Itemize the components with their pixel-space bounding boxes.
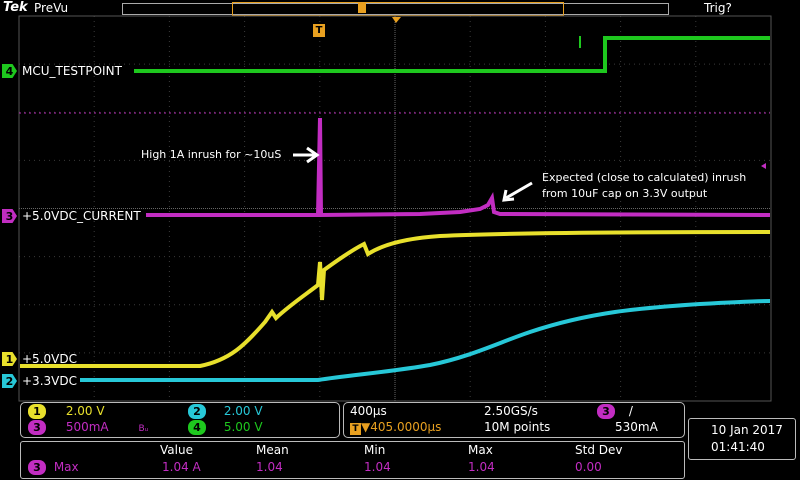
ch4-scale-readout[interactable]: 4 5.00 V bbox=[188, 420, 263, 435]
measurement-min: 1.04 bbox=[364, 460, 391, 474]
ch3-label: +5.0VDC_CURRENT bbox=[22, 209, 141, 223]
ch3-bandwidth-limit-icon: Bᵤ bbox=[138, 424, 149, 434]
ch3-scale: 500mA bbox=[65, 420, 109, 434]
oscilloscope-screen: Tek PreVu Trig? T 4 MCU_TESTPOINT 3 +5.0… bbox=[0, 0, 800, 480]
record-length[interactable]: 10M points bbox=[484, 420, 550, 435]
ch1-scale: 2.00 V bbox=[65, 404, 105, 418]
trigger-source-badge: 3 bbox=[597, 404, 615, 419]
trigger-level-arrow bbox=[761, 163, 766, 169]
trigger-slope-icon: / bbox=[628, 404, 633, 418]
measurement-mean: 1.04 bbox=[256, 460, 283, 474]
trigger-t-marker[interactable]: T bbox=[313, 24, 325, 37]
time-readout: 01:41:40 bbox=[711, 440, 765, 454]
measurement-max: 1.04 bbox=[468, 460, 495, 474]
ch4-badge: 4 bbox=[188, 420, 206, 435]
expected-arrow bbox=[502, 181, 533, 202]
measurement-header-mean: Mean bbox=[256, 443, 289, 457]
measurement-header-max: Max bbox=[468, 443, 493, 457]
measurement-header-std-dev: Std Dev bbox=[575, 443, 623, 457]
measurement-row[interactable]: 3 Max bbox=[28, 460, 79, 475]
ch2-scale-readout[interactable]: 2 2.00 V bbox=[188, 404, 263, 419]
trigger-position-icon: T bbox=[350, 423, 361, 435]
ch4-scale: 5.00 V bbox=[223, 420, 263, 434]
ch2-waveform bbox=[80, 299, 771, 382]
inrush-annotation: High 1A inrush for ~10uS bbox=[141, 148, 282, 161]
sample-rate: 2.50GS/s bbox=[484, 404, 538, 418]
trigger-level[interactable]: 530mA bbox=[615, 420, 658, 435]
measurement-channel-badge: 3 bbox=[28, 460, 46, 475]
trigger-position-readout[interactable]: T ▼405.0000µs bbox=[350, 420, 441, 435]
ch1-scale-readout[interactable]: 1 2.00 V bbox=[28, 404, 105, 419]
expected-annotation-line1: Expected (close to calculated) inrush bbox=[542, 171, 747, 184]
trigger-position-value: ▼405.0000µs bbox=[361, 420, 442, 434]
ch4-label: MCU_TESTPOINT bbox=[22, 64, 122, 78]
inrush-arrow bbox=[293, 146, 320, 164]
ch2-scale: 2.00 V bbox=[223, 404, 263, 418]
measurement-std-dev: 0.00 bbox=[575, 460, 602, 474]
horizontal-scale[interactable]: 400µs bbox=[350, 404, 387, 419]
ch4-waveform bbox=[134, 36, 770, 73]
ch3-scale-readout[interactable]: 3 500mA Bᵤ bbox=[28, 420, 148, 437]
ch1-badge: 1 bbox=[28, 404, 46, 419]
ch2-label: +3.3VDC bbox=[22, 374, 77, 388]
date-readout: 10 Jan 2017 bbox=[711, 423, 783, 437]
ch3-badge: 3 bbox=[28, 420, 46, 435]
ch2-badge: 2 bbox=[188, 404, 206, 419]
measurement-header-min: Min bbox=[364, 443, 386, 457]
measurement-label: Max bbox=[53, 460, 79, 474]
measurement-header-value: Value bbox=[160, 443, 193, 457]
trigger-source-readout[interactable]: 3 / bbox=[597, 404, 633, 419]
expected-annotation-line2: from 10uF cap on 3.3V output bbox=[542, 187, 708, 200]
ch1-label: +5.0VDC bbox=[22, 352, 77, 366]
trigger-position-arrow bbox=[392, 17, 401, 23]
measurement-value: 1.04 A bbox=[162, 460, 201, 474]
